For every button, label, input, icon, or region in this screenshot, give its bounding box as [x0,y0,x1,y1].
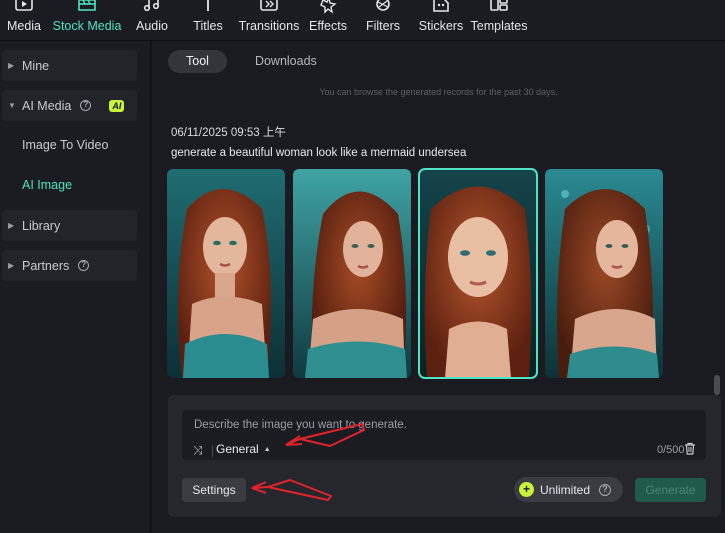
generated-image[interactable] [167,169,285,378]
toolbar-audio[interactable]: Audio [133,0,171,41]
style-select-value: General [216,442,259,456]
sidebar-item-label: AI Media [22,98,72,113]
scrollbar[interactable] [714,375,720,397]
caret-down-icon: ▼ [8,101,16,110]
toolbar-media[interactable]: Media [4,0,44,41]
scrollbar-thumb[interactable] [714,375,720,395]
shuffle-icon[interactable]: ⤨ [193,443,203,458]
plus-icon: + [519,482,534,497]
generated-image[interactable] [545,169,663,378]
generate-button[interactable]: Generate [635,478,706,502]
toolbar-label: Stickers [418,19,464,33]
generated-image[interactable] [293,169,411,378]
sidebar-item-label: Partners [22,258,70,273]
filters-icon [376,0,390,11]
toolbar-templates[interactable]: Templates [470,0,528,41]
templates-icon [490,0,508,11]
unlimited-label: Unlimited [540,482,591,497]
sidebar-item-ai-media[interactable]: ▼ AI Media ? AI [2,90,137,121]
sidebar-item-ai-image[interactable]: AI Image [22,178,72,192]
prompt-placeholder: Describe the image you want to generate. [194,419,407,431]
transitions-icon [260,0,278,11]
sidebar: ▶ Mine ▼ AI Media ? AI Image To Video AI… [0,41,151,533]
tab-tool[interactable]: Tool [168,50,227,73]
toolbar-label: Audio [136,19,168,33]
toolbar-label: Filters [365,19,401,33]
help-icon[interactable]: ? [599,483,612,496]
caret-up-icon: ▲ [263,445,271,453]
divider [212,445,213,457]
toolbar-label: Effects [309,19,347,33]
help-icon[interactable]: ? [80,100,92,111]
record-timestamp: 06/11/2025 09:53 上午 [171,127,286,139]
sidebar-item-mine[interactable]: ▶ Mine [2,50,137,81]
sidebar-item-partners[interactable]: ▶ Partners ? [2,250,137,281]
trash-icon[interactable] [684,442,696,455]
ai-badge: AI [109,99,125,112]
toolbar-filters[interactable]: Filters [364,0,402,41]
sidebar-item-label: Library [22,218,61,233]
toolbar-label: Stock Media [52,19,122,33]
browse-note: You can browse the generated records for… [319,87,558,97]
settings-button[interactable]: Settings [182,478,246,502]
sidebar-item-image-to-video[interactable]: Image To Video [22,138,108,152]
prompt-panel: Describe the image you want to generate.… [168,395,721,517]
top-toolbar: Media Stock Media Audio Titles Transitio… [0,0,725,41]
prompt-input[interactable]: Describe the image you want to generate.… [182,410,706,460]
help-icon[interactable]: ? [78,260,90,271]
stickers-icon [433,0,449,12]
toolbar-transitions[interactable]: Transitions [239,0,299,41]
titles-icon [207,0,209,11]
effects-icon [320,0,337,14]
toolbar-label: Media [6,19,42,33]
toolbar-stock-media[interactable]: Stock Media [53,0,121,41]
generated-image-selected[interactable] [418,168,538,379]
toolbar-label: Templates [470,19,528,33]
media-icon [15,0,33,11]
audio-icon [143,0,160,12]
toolbar-effects[interactable]: Effects [307,0,349,41]
tab-downloads[interactable]: Downloads [237,50,335,73]
char-counter: 0/500 [657,444,685,456]
sidebar-item-library[interactable]: ▶ Library [2,210,137,241]
style-select[interactable]: General ▲ [216,442,271,456]
record-prompt: generate a beautiful woman look like a m… [171,147,467,159]
caret-right-icon: ▶ [8,61,15,70]
tab-bar: Tool Downloads [168,50,335,73]
caret-right-icon: ▶ [8,221,15,230]
toolbar-label: Titles [193,19,223,33]
main-panel: Tool Downloads You can browse the genera… [152,41,725,533]
toolbar-stickers[interactable]: Stickers [418,0,464,41]
sidebar-item-label: Mine [22,58,50,73]
toolbar-titles[interactable]: Titles [189,0,227,41]
toolbar-label: Transitions [238,19,300,33]
unlimited-pill[interactable]: + Unlimited ? [514,477,623,502]
stock-media-icon [78,0,96,11]
caret-right-icon: ▶ [8,261,15,270]
